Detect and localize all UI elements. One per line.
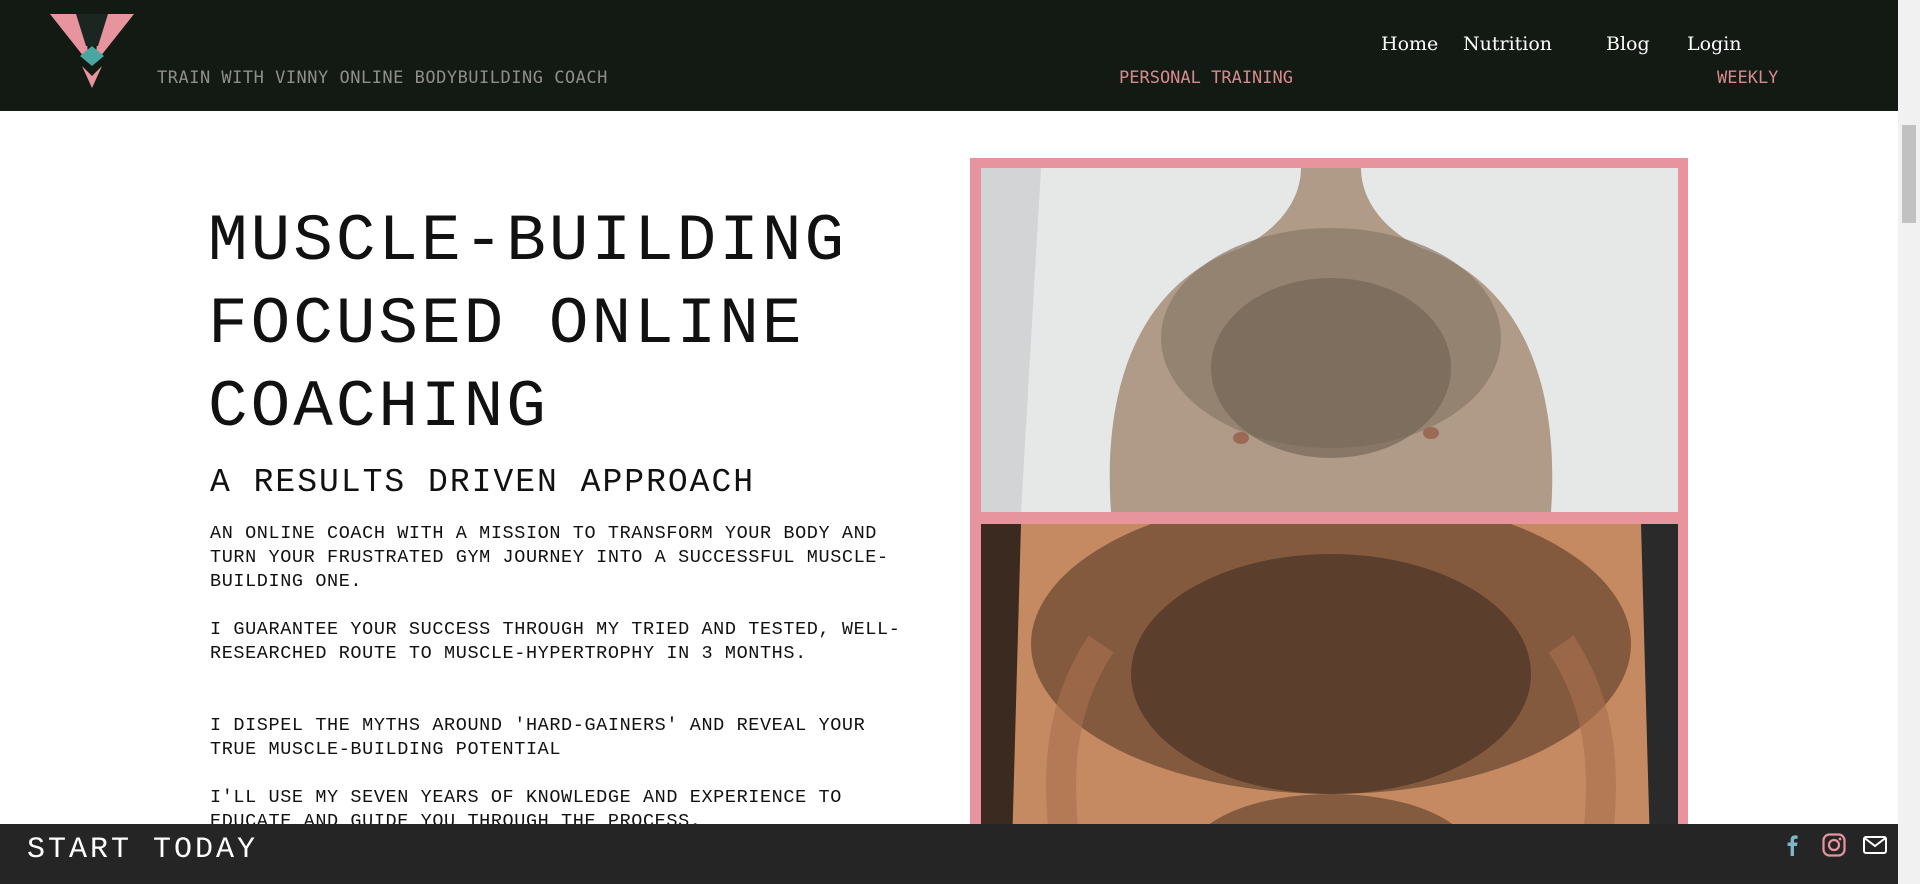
start-today-button[interactable]: START TODAY: [27, 833, 258, 867]
nav-blog[interactable]: Blog: [1606, 33, 1650, 55]
page-subtitle: A RESULTS DRIVEN APPROACH: [210, 464, 756, 501]
instagram-icon[interactable]: [1821, 832, 1847, 858]
before-photo: [981, 168, 1678, 512]
nav-nutrition[interactable]: Nutrition: [1463, 33, 1552, 55]
transformation-photo-frame: [970, 158, 1688, 884]
personal-training-link[interactable]: PERSONAL TRAINING: [1119, 68, 1293, 88]
site-logo[interactable]: [42, 0, 142, 92]
intro-paragraph: AN ONLINE COACH WITH A MISSION TO TRANSF…: [210, 523, 889, 592]
site-tagline: TRAIN WITH VINNY ONLINE BODYBUILDING COA…: [157, 68, 608, 88]
scrollbar-thumb[interactable]: [1902, 125, 1916, 223]
myths-paragraph: I DISPEL THE MYTHS AROUND 'HARD-GAINERS'…: [210, 715, 866, 760]
sticky-footer: START TODAY: [0, 824, 1898, 884]
weekly-link[interactable]: WEEKLY: [1717, 68, 1778, 88]
guarantee-paragraph: I GUARANTEE YOUR SUCCESS THROUGH MY TRIE…: [210, 619, 901, 664]
page-title: MUSCLE-BUILDING FOCUSED ONLINE COACHING: [208, 204, 848, 445]
site-header: TRAIN WITH VINNY ONLINE BODYBUILDING COA…: [0, 0, 1898, 111]
mail-icon[interactable]: [1862, 832, 1888, 858]
nav-login[interactable]: Login: [1687, 33, 1742, 55]
nav-home[interactable]: Home: [1381, 33, 1438, 55]
facebook-icon[interactable]: [1779, 832, 1805, 858]
